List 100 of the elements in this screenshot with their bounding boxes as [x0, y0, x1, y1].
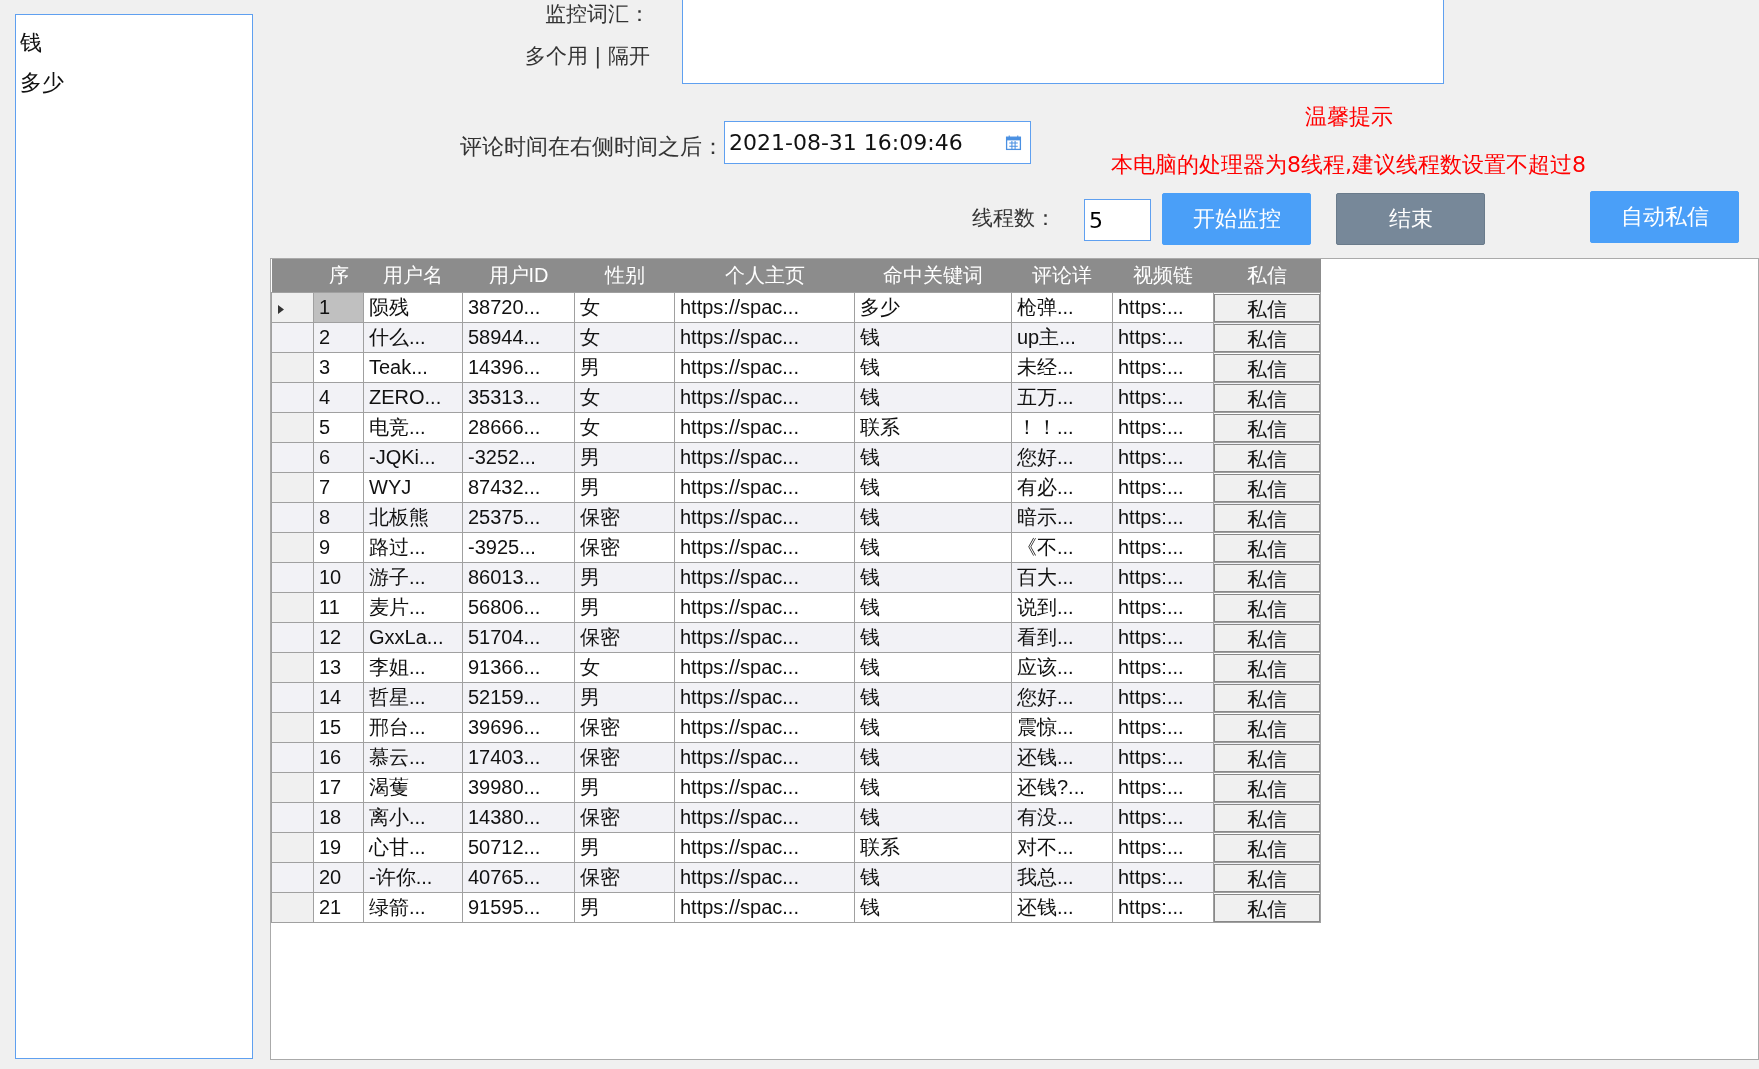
message-button[interactable]: 私信	[1214, 623, 1320, 652]
table-cell: 15	[313, 712, 364, 743]
thread-count-field[interactable]: 5	[1084, 199, 1151, 241]
table-cell: 麦片...	[363, 592, 463, 623]
table-cell: 28666...	[462, 412, 575, 443]
message-button[interactable]: 私信	[1214, 563, 1320, 592]
message-button[interactable]: 私信	[1214, 803, 1320, 832]
table-cell: 91366...	[462, 652, 575, 683]
message-button[interactable]: 私信	[1214, 443, 1320, 472]
table-cell: 哲星...	[363, 682, 463, 713]
table-cell: 3	[313, 352, 364, 383]
table-cell: 对不...	[1011, 832, 1113, 863]
table-cell: 游子...	[363, 562, 463, 593]
table-cell: 保密	[574, 802, 675, 833]
table-cell: 17	[313, 772, 364, 803]
message-button[interactable]: 私信	[1214, 653, 1320, 682]
message-button[interactable]: 私信	[1214, 893, 1320, 922]
message-button[interactable]: 私信	[1214, 533, 1320, 562]
table-cell: 保密	[574, 862, 675, 893]
message-button[interactable]: 私信	[1214, 833, 1320, 862]
table-cell: 14380...	[462, 802, 575, 833]
table-cell: -JQKi...	[363, 442, 463, 473]
table-cell: https:...	[1112, 832, 1214, 863]
table-cell: 钱	[854, 892, 1012, 923]
table-cell: 52159...	[462, 682, 575, 713]
table-cell: https://spac...	[674, 442, 855, 473]
monitor-words-field[interactable]	[682, 0, 1444, 84]
stop-button[interactable]: 结束	[1336, 193, 1485, 245]
message-button[interactable]: 私信	[1214, 383, 1320, 412]
table-cell: 女	[574, 652, 675, 683]
table-cell: 说到...	[1011, 592, 1113, 623]
table-cell: https:...	[1112, 772, 1214, 803]
message-button[interactable]: 私信	[1214, 743, 1320, 772]
table-cell: 钱	[854, 472, 1012, 503]
table-cell: 心甘...	[363, 832, 463, 863]
table-cell: https://spac...	[674, 742, 855, 773]
table-cell: 9	[313, 532, 364, 563]
message-button[interactable]: 私信	[1214, 323, 1320, 352]
table-cell: 56806...	[462, 592, 575, 623]
table-cell: 35313...	[462, 382, 575, 413]
table-cell: 1	[313, 292, 364, 323]
table-cell: 路过...	[363, 532, 463, 563]
table-cell: 钱	[854, 742, 1012, 773]
message-button[interactable]: 私信	[1214, 773, 1320, 802]
table-cell: https://spac...	[674, 382, 855, 413]
table-cell: 2	[313, 322, 364, 353]
table-cell: 钱	[854, 322, 1012, 353]
message-button[interactable]: 私信	[1214, 593, 1320, 622]
table-cell: 51704...	[462, 622, 575, 653]
table-cell: 暗示...	[1011, 502, 1113, 533]
table-cell: https:...	[1112, 622, 1214, 653]
message-button[interactable]: 私信	[1214, 713, 1320, 742]
table-cell: https://spac...	[674, 322, 855, 353]
keyword-list[interactable]: 钱 多少	[15, 14, 253, 1059]
table-cell: 18	[313, 802, 364, 833]
message-button[interactable]: 私信	[1214, 353, 1320, 382]
separator-hint: 多个用 | 隔开	[524, 43, 650, 70]
tip-title: 温馨提示	[1304, 103, 1393, 131]
table-cell: 慕云...	[363, 742, 463, 773]
table-cell: 震惊...	[1011, 712, 1113, 743]
table-cell: -3925...	[462, 532, 575, 563]
table-cell: 86013...	[462, 562, 575, 593]
table-cell: 钱	[854, 502, 1012, 533]
table-cell: 17403...	[462, 742, 575, 773]
table-cell: 李姐...	[363, 652, 463, 683]
table-cell: https://spac...	[674, 352, 855, 383]
table-cell: -3252...	[462, 442, 575, 473]
table-cell: https:...	[1112, 562, 1214, 593]
message-button[interactable]: 私信	[1214, 503, 1320, 532]
table-cell: 钱	[854, 592, 1012, 623]
table-cell: https://spac...	[674, 502, 855, 533]
table-cell: 钱	[854, 682, 1012, 713]
table-cell: 钱	[854, 622, 1012, 653]
message-button[interactable]: 私信	[1214, 863, 1320, 892]
table-cell: 邢台...	[363, 712, 463, 743]
table-cell: 87432...	[462, 472, 575, 503]
table-cell: 25375...	[462, 502, 575, 533]
table-cell: 58944...	[462, 322, 575, 353]
table-cell: 有没...	[1011, 802, 1113, 833]
table-cell: 钱	[854, 442, 1012, 473]
monitor-label: 监控词汇：	[545, 1, 650, 28]
table-cell: https:...	[1112, 652, 1214, 683]
date-time-field[interactable]: 2021-08-31 16:09:46	[724, 121, 1031, 164]
table-cell: 还钱?...	[1011, 772, 1113, 803]
keyword-item[interactable]: 多少	[20, 63, 248, 103]
table-cell: https://spac...	[674, 532, 855, 563]
table-cell: 男	[574, 562, 675, 593]
message-button[interactable]: 私信	[1214, 683, 1320, 712]
table-cell: https://spac...	[674, 682, 855, 713]
table-cell: https:...	[1112, 292, 1214, 323]
message-button[interactable]: 私信	[1214, 413, 1320, 442]
table-cell: 多少	[854, 292, 1012, 323]
message-button[interactable]: 私信	[1214, 293, 1320, 322]
keyword-item[interactable]: 钱	[20, 23, 248, 63]
calendar-icon[interactable]	[1005, 134, 1022, 151]
table-cell: GxxLa...	[363, 622, 463, 653]
table-cell: 91595...	[462, 892, 575, 923]
table-cell: 联系	[854, 832, 1012, 863]
table-cell: 5	[313, 412, 364, 443]
message-button[interactable]: 私信	[1214, 473, 1320, 502]
